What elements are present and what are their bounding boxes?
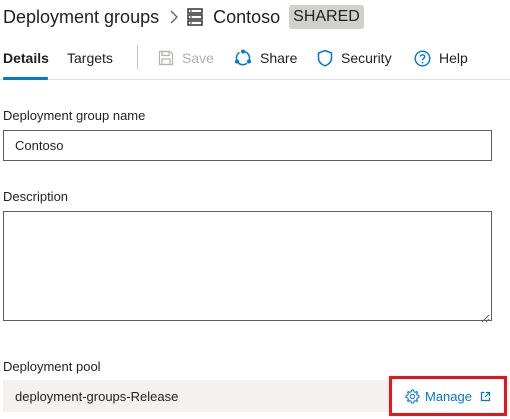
toolbar-divider bbox=[137, 45, 138, 69]
help-icon bbox=[414, 49, 431, 67]
help-label: Help bbox=[439, 50, 468, 66]
chevron-right-icon bbox=[170, 10, 179, 24]
help-button[interactable]: Help bbox=[414, 47, 468, 69]
tab-targets[interactable]: Targets bbox=[67, 50, 113, 66]
tab-active-indicator bbox=[3, 77, 48, 80]
deployment-pool-field: deployment-groups-Release bbox=[3, 380, 389, 412]
gear-icon bbox=[405, 388, 420, 404]
toolbar: Details Targets Save Share Security Help bbox=[0, 38, 510, 80]
tab-details[interactable]: Details bbox=[3, 50, 49, 66]
manage-highlight: Manage bbox=[389, 376, 507, 416]
save-label: Save bbox=[182, 50, 214, 66]
breadcrumb-root-link[interactable]: Deployment groups bbox=[3, 7, 159, 28]
save-icon bbox=[158, 50, 174, 66]
security-button[interactable]: Security bbox=[317, 47, 392, 69]
description-textarea[interactable] bbox=[3, 211, 492, 321]
share-label: Share bbox=[260, 50, 298, 66]
open-external-icon bbox=[480, 391, 491, 402]
deployment-group-name-input[interactable] bbox=[3, 130, 492, 161]
deployment-group-icon bbox=[187, 8, 203, 26]
share-icon bbox=[234, 49, 252, 67]
save-button[interactable]: Save bbox=[158, 47, 214, 69]
security-label: Security bbox=[341, 50, 392, 66]
breadcrumb: Deployment groups Contoso SHARED bbox=[3, 4, 364, 30]
deployment-pool-value: deployment-groups-Release bbox=[15, 388, 179, 404]
deployment-group-name-label: Deployment group name bbox=[3, 108, 146, 123]
shared-badge: SHARED bbox=[289, 5, 364, 29]
page-title: Contoso bbox=[213, 6, 281, 27]
page: Deployment groups Contoso SHARED Details… bbox=[0, 0, 510, 419]
share-button[interactable]: Share bbox=[234, 47, 297, 69]
resize-grip-icon[interactable] bbox=[481, 310, 490, 328]
description-label: Description bbox=[3, 189, 69, 204]
deployment-pool-label: Deployment pool bbox=[3, 359, 101, 374]
shield-icon bbox=[317, 49, 333, 67]
manage-label: Manage bbox=[425, 388, 472, 404]
manage-link[interactable]: Manage bbox=[405, 389, 491, 404]
